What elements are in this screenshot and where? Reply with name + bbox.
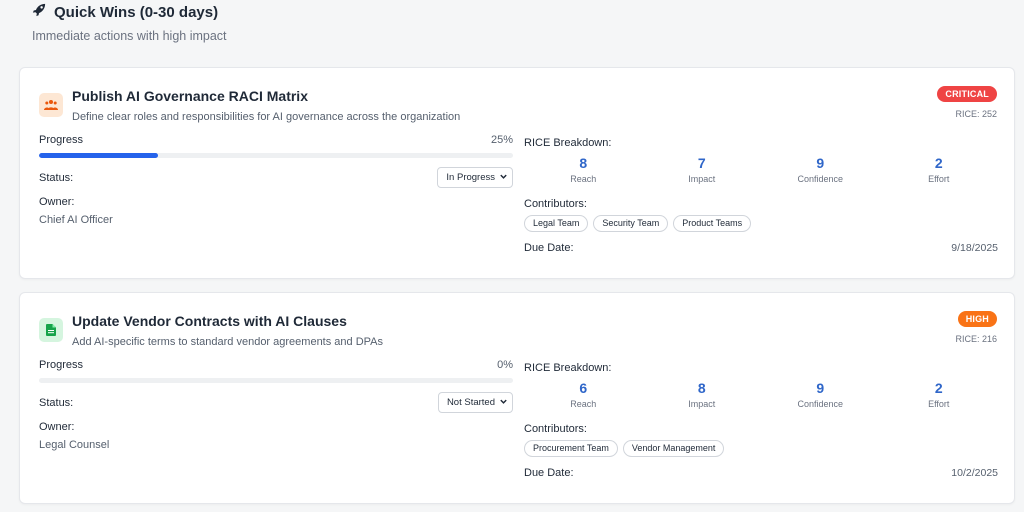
rice-score: RICE: 252 [955, 109, 997, 119]
priority-badge: HIGH [957, 311, 997, 327]
section-subtitle: Immediate actions with high impact [32, 29, 227, 43]
rice-breakdown-label: RICE Breakdown: [524, 362, 612, 374]
contributor-chip: Security Team [593, 215, 669, 232]
team-icon [39, 93, 63, 117]
rice-effort-label: Effort [928, 399, 950, 409]
contributors-label: Contributors: [524, 423, 587, 435]
document-icon [39, 318, 63, 342]
status-label: Status: [39, 171, 74, 184]
section-header: Quick Wins (0-30 days) Immediate actions… [32, 3, 227, 44]
rice-confidence: 9 Confidence [761, 155, 880, 184]
progress-bar [39, 378, 513, 383]
progress-fill [39, 153, 158, 158]
card-description: Add AI-specific terms to standard vendor… [72, 336, 384, 348]
contributor-chip: Legal Team [524, 215, 589, 232]
rice-section: RICE Breakdown: 8 Reach 7 Impact 9 Confi… [524, 137, 998, 254]
status-select[interactable]: In Progress [437, 167, 513, 188]
rice-score: RICE: 216 [955, 334, 997, 344]
rice-confidence: 9 Confidence [761, 380, 880, 409]
due-date-value: 9/18/2025 [951, 242, 998, 254]
rice-impact-value: 7 [697, 155, 706, 171]
owner-label: Owner: [39, 421, 75, 433]
contributor-chip: Vendor Management [622, 440, 725, 457]
rice-reach: 6 Reach [524, 380, 643, 409]
progress-bar [39, 153, 513, 158]
rice-reach-value: 6 [579, 380, 588, 396]
status-select[interactable]: Not Started [437, 392, 513, 413]
due-date-value: 10/2/2025 [951, 467, 998, 479]
rice-reach-label: Reach [570, 174, 597, 184]
rice-confidence-value: 9 [816, 380, 825, 396]
chevron-down-icon [499, 172, 508, 184]
chevron-down-icon [499, 397, 508, 409]
rice-reach: 8 Reach [524, 155, 643, 184]
rice-grid: 8 Reach 7 Impact 9 Confidence 2 Effort [524, 155, 998, 184]
section-title-text: Quick Wins (0-30 days) [54, 3, 219, 21]
rice-effort-value: 2 [934, 380, 943, 396]
rice-confidence-value: 9 [816, 155, 825, 171]
due-date-label: Due Date: [524, 242, 574, 254]
progress-label: Progress [39, 359, 84, 371]
roadmap-card[interactable]: Publish AI Governance RACI Matrix Define… [19, 67, 1015, 279]
rice-impact-label: Impact [688, 174, 716, 184]
contributor-chip: Product Teams [673, 215, 752, 232]
rice-impact-label: Impact [688, 399, 716, 409]
rice-reach-value: 8 [579, 155, 588, 171]
rice-section: RICE Breakdown: 6 Reach 8 Impact 9 Confi… [524, 362, 998, 479]
contributors-list: Procurement Team Vendor Management [524, 440, 998, 457]
owner-label: Owner: [39, 196, 75, 208]
rice-grid: 6 Reach 8 Impact 9 Confidence 2 Effort [524, 380, 998, 409]
status-label: Status: [39, 396, 74, 409]
rocket-icon [32, 3, 46, 21]
section-title: Quick Wins (0-30 days) [32, 3, 227, 21]
contributors-label: Contributors: [524, 198, 587, 210]
due-date-label: Due Date: [524, 467, 574, 479]
rice-impact: 8 Impact [643, 380, 762, 409]
progress-label: Progress [39, 134, 84, 146]
progress-percent: 0% [497, 359, 513, 371]
status-value: Not Started [446, 397, 495, 408]
rice-reach-label: Reach [570, 399, 597, 409]
card-title: Update Vendor Contracts with AI Clauses [72, 313, 347, 329]
rice-effort-value: 2 [934, 155, 943, 171]
rice-effort-label: Effort [928, 174, 950, 184]
owner-value: Chief AI Officer [39, 214, 113, 226]
rice-confidence-label: Confidence [797, 174, 844, 184]
priority-badge: CRITICAL [937, 86, 997, 102]
rice-impact-value: 8 [697, 380, 706, 396]
rice-breakdown-label: RICE Breakdown: [524, 137, 612, 149]
card-title: Publish AI Governance RACI Matrix [72, 88, 308, 104]
rice-effort: 2 Effort [880, 380, 999, 409]
rice-confidence-label: Confidence [797, 399, 844, 409]
contributor-chip: Procurement Team [524, 440, 618, 457]
progress-section: Progress 0% Status: Not Started Owner: L… [39, 359, 513, 451]
rice-effort: 2 Effort [880, 155, 999, 184]
roadmap-card[interactable]: Update Vendor Contracts with AI Clauses … [19, 292, 1015, 504]
card-description: Define clear roles and responsibilities … [72, 111, 461, 123]
owner-value: Legal Counsel [39, 439, 110, 451]
contributors-list: Legal Team Security Team Product Teams [524, 215, 998, 232]
progress-percent: 25% [490, 134, 513, 146]
status-value: In Progress [446, 172, 495, 183]
rice-impact: 7 Impact [643, 155, 762, 184]
progress-section: Progress 25% Status: In Progress Owner: … [39, 134, 513, 226]
